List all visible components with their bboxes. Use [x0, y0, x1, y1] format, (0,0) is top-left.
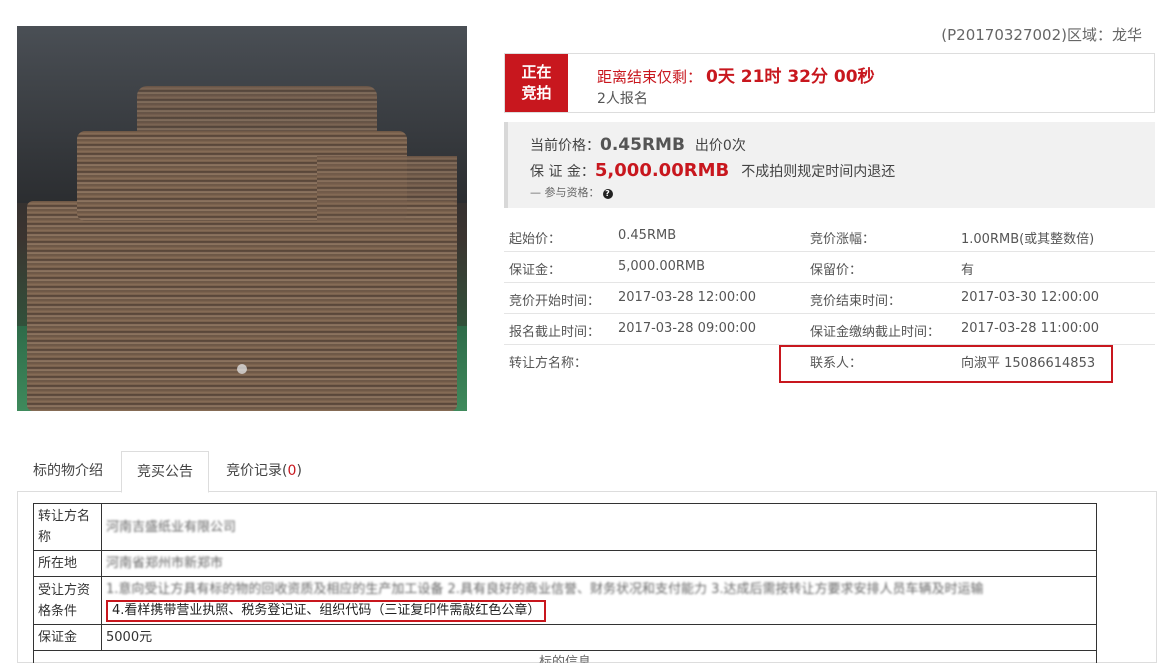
tab-bid-records-label: 竞价记录( — [226, 463, 288, 479]
deposit-value: 5,000.00RMB — [594, 160, 730, 181]
current-price-row: 当前价格：0.45RMB 出价0次 — [530, 135, 746, 155]
status-badge-text: 正在竞拍 — [521, 63, 552, 102]
countdown-label: 距离结束仅剩： — [597, 68, 703, 86]
info-value: 有 — [961, 263, 975, 278]
table-label: 受让方资格条件 — [33, 576, 102, 625]
qualification-text: 1.意向受让方具有标的物的回收资质及相应的生产加工设备 2.具有良好的商业信誉、… — [106, 582, 984, 597]
info-row: 保证金： 5,000.00RMB 保留价： 有 — [504, 252, 1155, 283]
deposit-note: 不成拍则规定时间内退还 — [741, 164, 896, 180]
contact-highlight-box — [779, 345, 1113, 383]
detail-tabs: 标的物介绍 竞买公告 竞价记录(0) — [17, 451, 1157, 493]
transferor-name: 河南吉盛纸业有限公司 — [106, 519, 237, 535]
deposit-row: 保 证 金：5,000.00RMB 不成拍则规定时间内退还 — [530, 160, 895, 181]
info-key: 报名截止时间： — [509, 325, 601, 340]
info-value: 2017-03-30 12:00:00 — [961, 290, 1100, 305]
info-row: 竞价开始时间： 2017-03-28 12:00:00 竞价结束时间： 2017… — [504, 283, 1155, 314]
info-row: 报名截止时间： 2017-03-28 09:00:00 保证金缴纳截止时间： 2… — [504, 314, 1155, 345]
info-value: 2017-03-28 09:00:00 — [618, 321, 757, 336]
lot-info-heading: 标的信息 — [33, 650, 1097, 663]
status-badge: 正在竞拍 — [505, 54, 568, 112]
current-price-label: 当前价格： — [530, 138, 600, 154]
photo-cardboard-pile — [137, 86, 377, 146]
table-row: 保证金 5000元 — [33, 624, 1097, 651]
countdown-value: 0天 21时 32分 00秒 — [706, 67, 875, 87]
carousel-dot[interactable] — [237, 364, 247, 374]
info-value: 0.45RMB — [618, 228, 677, 243]
qualification-row: — 参与资格：? — [530, 184, 613, 200]
table-row: 受让方资格条件 1.意向受让方具有标的物的回收资质及相应的生产加工设备 2.具有… — [33, 576, 1097, 625]
info-key: 保证金缴纳截止时间： — [810, 325, 941, 340]
info-key: 保证金： — [509, 263, 562, 278]
info-key: 竞价结束时间： — [810, 294, 902, 309]
table-row: 所在地 河南省郑州市新郑市 — [33, 550, 1097, 577]
current-price-value: 0.45RMB — [600, 135, 685, 155]
table-value: 5000元 — [101, 624, 1097, 651]
table-label: 转让方名称 — [33, 503, 102, 551]
countdown: 距离结束仅剩： 0天 21时 32分 00秒 — [597, 62, 875, 87]
info-key: 竞价开始时间： — [509, 294, 601, 309]
info-value: 1.00RMB(或其整数倍) — [961, 232, 1095, 247]
deposit-label: 保 证 金： — [530, 164, 595, 180]
signup-count: 2人报名 — [597, 91, 648, 107]
help-icon[interactable]: ? — [602, 189, 613, 199]
info-key: 转让方名称： — [509, 356, 588, 371]
announcement-table: 转让方名称 河南吉盛纸业有限公司 所在地 河南省郑州市新郑市 受让方资格条件 1… — [33, 503, 1097, 663]
tab-bid-records-suffix: ) — [296, 463, 302, 479]
info-value: 5,000.00RMB — [618, 259, 706, 274]
table-row: 转让方名称 河南吉盛纸业有限公司 — [33, 503, 1097, 551]
table-value: 河南吉盛纸业有限公司 — [101, 503, 1097, 551]
info-key: 竞价涨幅： — [810, 232, 876, 247]
table-value: 河南省郑州市新郑市 — [101, 550, 1097, 577]
table-label: 所在地 — [33, 550, 102, 577]
table-label: 保证金 — [33, 624, 102, 651]
price-box: 当前价格：0.45RMB 出价0次 保 证 金：5,000.00RMB 不成拍则规定… — [504, 122, 1155, 208]
info-value: 2017-03-28 12:00:00 — [618, 290, 757, 305]
info-key: 起始价： — [509, 232, 562, 247]
bid-count: 出价0次 — [694, 138, 746, 154]
tab-bid-records[interactable]: 竞价记录(0) — [213, 451, 315, 492]
info-key: 保留价： — [810, 263, 863, 278]
qualification-label: — 参与资格： — [530, 186, 600, 199]
product-photo — [17, 26, 467, 411]
highlighted-requirement: 4.看样携带营业执照、税务登记证、组织代码（三证复印件需敲红色公章） — [106, 600, 547, 622]
tab-announcement[interactable]: 竞买公告 — [121, 451, 209, 493]
info-value: 2017-03-28 11:00:00 — [961, 321, 1100, 336]
location-value: 河南省郑州市新郑市 — [106, 556, 224, 571]
info-row: 起始价： 0.45RMB 竞价涨幅： 1.00RMB(或其整数倍) — [504, 221, 1155, 252]
tab-item-intro[interactable]: 标的物介绍 — [17, 451, 119, 492]
table-row: 标的信息 — [33, 650, 1097, 663]
lot-region: (P20170327002)区域：龙华 — [941, 26, 1142, 44]
table-value: 1.意向受让方具有标的物的回收资质及相应的生产加工设备 2.具有良好的商业信誉、… — [101, 576, 1097, 625]
auction-status-box: 正在竞拍 距离结束仅剩： 0天 21时 32分 00秒 2人报名 — [504, 53, 1155, 113]
photo-cardboard-pile — [317, 156, 457, 276]
